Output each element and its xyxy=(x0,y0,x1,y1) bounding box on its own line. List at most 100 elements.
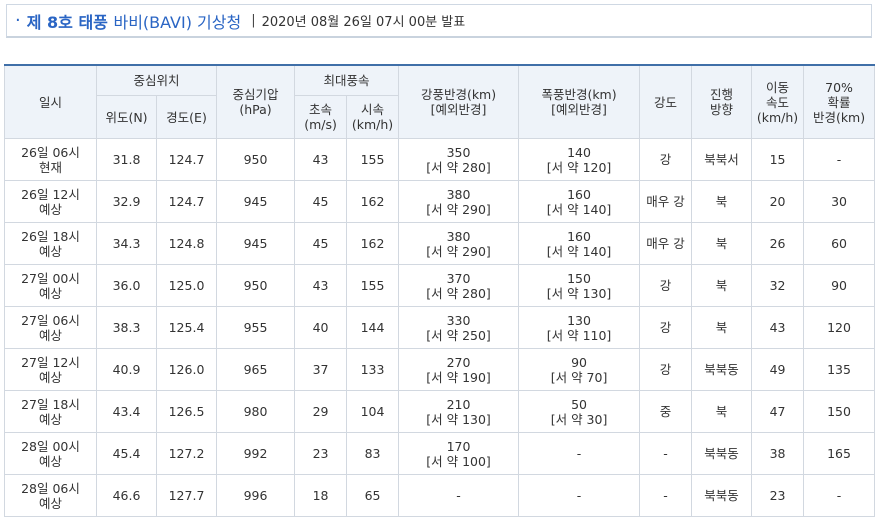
cell-datetime: 26일 18시 예상 xyxy=(4,222,97,265)
cell-lon: 125.4 xyxy=(155,306,218,349)
announce-time: 2020년 08월 26일 07시 00분 발표 xyxy=(261,15,466,30)
cell-intensity: 매우 강 xyxy=(639,180,693,223)
cell-storm-radius: 50 [서 약 30] xyxy=(518,390,641,433)
cell-ms: 40 xyxy=(294,306,348,349)
table-row: 27일 12시 예상 40.9 126.0 965 37 133 270 [서 약 190] 90… xyxy=(4,348,876,391)
cell-strong-radius: 370 [서 약 280] xyxy=(398,264,520,307)
col-strong-radius: 강풍반경(km) [예외반경] xyxy=(398,64,520,139)
cell-storm-radius: 160 [서 약 140] xyxy=(518,180,641,223)
cell-speed: 49 xyxy=(751,348,805,391)
col-storm-radius: 폭풍반경(km) [예외반경] xyxy=(518,64,641,139)
col-center: 중심위치 xyxy=(95,64,218,96)
col-kmh: 시속 (km/h) xyxy=(346,95,400,139)
col-direction: 진행 방향 xyxy=(691,64,753,139)
cell-storm-radius: - xyxy=(518,432,641,475)
cell-intensity: 강 xyxy=(639,348,693,391)
cell-direction: 북북동 xyxy=(691,348,753,391)
cell-pressure: 945 xyxy=(216,180,296,223)
table-row: 26일 12시 예상 32.9 124.7 945 45 162 380 [서 약 290] 16… xyxy=(4,180,876,223)
cell-lon: 124.7 xyxy=(155,180,218,223)
cell-speed: 32 xyxy=(751,264,805,307)
cell-lat: 43.4 xyxy=(96,390,157,433)
cell-datetime: 27일 18시 예상 xyxy=(4,390,97,433)
cell-lon: 124.7 xyxy=(155,138,218,181)
cell-datetime: 28일 00시 예상 xyxy=(4,432,97,475)
cell-direction: 북북서 xyxy=(691,138,753,181)
cell-strong-radius: 330 [서 약 250] xyxy=(398,306,520,349)
table-row: 27일 18시 예상 43.4 126.5 980 29 104 210 [서 약 130] 50… xyxy=(4,390,876,433)
cell-intensity: 강 xyxy=(639,264,693,307)
cell-70-radius: 30 xyxy=(803,180,876,223)
cell-intensity: - xyxy=(639,432,693,475)
table-row: 26일 06시 현재 31.8 124.7 950 43 155 350 [서 약 280] 14… xyxy=(4,138,876,181)
cell-70-radius: 135 xyxy=(803,348,876,391)
cell-datetime: 26일 12시 예상 xyxy=(4,180,97,223)
cell-datetime: 28일 06시 예상 xyxy=(4,474,97,517)
cell-intensity: 중 xyxy=(639,390,693,433)
cell-speed: 26 xyxy=(751,222,805,265)
cell-storm-radius: 90 [서 약 70] xyxy=(518,348,641,391)
bullet-icon: · xyxy=(15,10,21,31)
cell-kmh: 65 xyxy=(346,474,400,517)
cell-direction: 북 xyxy=(691,222,753,265)
cell-70-radius: 165 xyxy=(803,432,876,475)
cell-storm-radius: - xyxy=(518,474,641,517)
header-separator: | xyxy=(251,13,256,28)
table-body: 26일 06시 현재 31.8 124.7 950 43 155 350 [서 약 280] 14… xyxy=(4,138,876,517)
cell-storm-radius: 130 [서 약 110] xyxy=(518,306,641,349)
cell-lon: 127.2 xyxy=(155,432,218,475)
cell-speed: 15 xyxy=(751,138,805,181)
cell-70-radius: - xyxy=(803,474,876,517)
cell-kmh: 144 xyxy=(346,306,400,349)
col-ms: 초속 (m/s) xyxy=(294,95,348,139)
col-intensity: 강도 xyxy=(639,64,693,139)
col-datetime: 일시 xyxy=(4,64,97,139)
cell-kmh: 133 xyxy=(346,348,400,391)
cell-ms: 37 xyxy=(294,348,348,391)
col-70-radius: 70% 확률 반경(km) xyxy=(803,64,876,139)
cell-intensity: 강 xyxy=(639,306,693,349)
table-row: 28일 06시 예상 46.6 127.7 996 18 65- - - 북북동 23- xyxy=(4,474,876,517)
table-row: 26일 18시 예상 34.3 124.8 945 45 162 380 [서 약 290] 16… xyxy=(4,222,876,265)
typhoon-title: 제 8호 태풍 바비(BAVI) 기상청 xyxy=(27,9,241,33)
cell-speed: 38 xyxy=(751,432,805,475)
typhoon-name: 바비(BAVI) 기상청 xyxy=(113,12,242,32)
cell-direction: 북 xyxy=(691,306,753,349)
cell-direction: 북 xyxy=(691,390,753,433)
typhoon-number: 제 8호 태풍 xyxy=(26,12,114,32)
cell-ms: 45 xyxy=(294,222,348,265)
cell-speed: 43 xyxy=(751,306,805,349)
cell-lat: 31.8 xyxy=(96,138,157,181)
cell-strong-radius: 210 [서 약 130] xyxy=(398,390,520,433)
cell-kmh: 162 xyxy=(346,180,400,223)
cell-pressure: 950 xyxy=(216,264,296,307)
cell-ms: 23 xyxy=(294,432,348,475)
table-header: 일시 중심위치 중심기압 (hPa) 최대풍속 강풍반경(km) [예외반경] 폭풍… xyxy=(4,64,876,139)
cell-datetime: 26일 06시 현재 xyxy=(4,138,97,181)
cell-pressure: 965 xyxy=(216,348,296,391)
cell-storm-radius: 150 [서 약 130] xyxy=(518,264,641,307)
cell-ms: 43 xyxy=(294,264,348,307)
col-speed: 이동 속도 (km/h) xyxy=(751,64,805,139)
col-pressure: 중심기압 (hPa) xyxy=(216,64,296,139)
cell-lon: 126.0 xyxy=(155,348,218,391)
cell-intensity: 강 xyxy=(639,138,693,181)
cell-datetime: 27일 06시 예상 xyxy=(4,306,97,349)
cell-lat: 38.3 xyxy=(96,306,157,349)
cell-70-radius: 90 xyxy=(803,264,876,307)
cell-direction: 북 xyxy=(691,180,753,223)
cell-strong-radius: 170 [서 약 100] xyxy=(398,432,520,475)
typhoon-header: · 제 8호 태풍 바비(BAVI) 기상청 | 2020년 08월 26일 0… xyxy=(6,4,872,38)
cell-strong-radius: 270 [서 약 190] xyxy=(398,348,520,391)
cell-lat: 40.9 xyxy=(96,348,157,391)
table-row: 27일 00시 예상 36.0 125.0 950 43 155 370 [서 약 280] 15… xyxy=(4,264,876,307)
cell-pressure: 945 xyxy=(216,222,296,265)
table-row: 27일 06시 예상 38.3 125.4 955 40 144 330 [서 약 250] 13… xyxy=(4,306,876,349)
cell-kmh: 83 xyxy=(346,432,400,475)
cell-lat: 32.9 xyxy=(96,180,157,223)
cell-strong-radius: 350 [서 약 280] xyxy=(398,138,520,181)
cell-intensity: 매우 강 xyxy=(639,222,693,265)
cell-lat: 45.4 xyxy=(96,432,157,475)
cell-lat: 36.0 xyxy=(96,264,157,307)
cell-strong-radius: 380 [서 약 290] xyxy=(398,180,520,223)
